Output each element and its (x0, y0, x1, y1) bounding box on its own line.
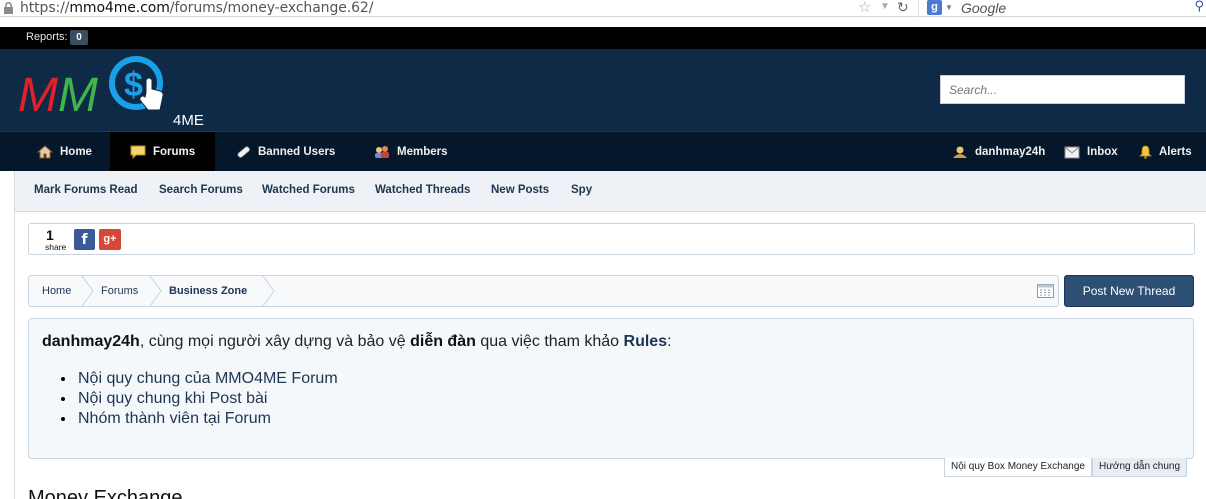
main-nav: Home Forums Banned Users Members danhmay… (0, 131, 1206, 171)
browser-search-box[interactable]: g ▼ Google ⚲ (918, 0, 1206, 17)
tab-banned-users-label: Banned Users (258, 145, 336, 158)
speech-bubble-icon (130, 145, 146, 159)
search-forums-link[interactable]: Search Forums (159, 184, 243, 196)
staff-bar: Reports: 0 (0, 27, 1206, 49)
mark-forums-read-link[interactable]: Mark Forums Read (34, 184, 138, 196)
username-label: danhmay24h (975, 145, 1046, 158)
url-path: /forums/money-exchange.62/ (169, 0, 374, 16)
site-header: M M $ 4ME (0, 49, 1206, 131)
sub-nav: Mark Forums Read Search Forums Watched F… (14, 171, 1206, 212)
tab-home[interactable]: Home (26, 132, 110, 171)
share-bar: 1 share f g+ (28, 223, 1195, 255)
tab-members-label: Members (397, 145, 448, 158)
alerts-link[interactable]: Alerts (1139, 132, 1192, 171)
url-prefix: https:// (20, 0, 70, 16)
breadcrumb-separator (149, 276, 162, 306)
bandage-icon (237, 145, 250, 158)
share-label: share (45, 242, 67, 252)
logo-letter-m2: M (58, 69, 98, 122)
bell-icon (1139, 145, 1152, 159)
rules-link[interactable]: Rules (624, 333, 668, 350)
google-plus-icon[interactable]: g+ (99, 229, 121, 250)
breadcrumb-separator (262, 276, 275, 306)
breadcrumb-business-zone[interactable]: Business Zone (169, 276, 247, 306)
logo-suffix: 4ME (173, 112, 204, 129)
notice-rules-list: Nội quy chung của MMO4ME Forum Nội quy c… (76, 369, 338, 429)
breadcrumb: Home Forums Business Zone (28, 275, 1059, 307)
forum-search-field[interactable] (940, 75, 1185, 104)
notice-text-2: qua việc tham khảo (475, 333, 624, 350)
dropdown-arrow-icon[interactable]: ▼ (880, 1, 890, 12)
reload-icon[interactable]: ↻ (897, 0, 909, 16)
bookmark-star-icon[interactable]: ☆ (858, 0, 871, 15)
browser-search-placeholder: Google (961, 0, 1007, 16)
notice-message: danhmay24h, cùng mọi người xây dựng và b… (42, 333, 672, 351)
spy-link[interactable]: Spy (571, 184, 592, 196)
house-icon (37, 144, 53, 158)
notice-text-3: : (667, 333, 672, 350)
notice-bold-word: diễn đàn (410, 333, 476, 350)
google-icon[interactable]: g (927, 0, 942, 15)
reports-count-badge[interactable]: 0 (70, 30, 88, 45)
new-posts-link[interactable]: New Posts (491, 184, 549, 196)
post-new-thread-button[interactable]: Post New Thread (1064, 275, 1194, 307)
notice-text-1: , cùng mọi người xây dựng và bảo vệ (139, 333, 411, 350)
url-domain: mmo4me.com (69, 0, 170, 16)
breadcrumb-home[interactable]: Home (42, 276, 71, 306)
notice-rule-link[interactable]: Nội quy chung của MMO4ME Forum (76, 369, 338, 389)
tab-forums[interactable]: Forums (110, 132, 215, 171)
tab-banned-users[interactable]: Banned Users (222, 132, 352, 171)
users-icon (375, 145, 389, 158)
tab-members[interactable]: Members (362, 132, 472, 171)
url-field[interactable]: https://mmo4me.com/forums/money-exchange… (20, 0, 373, 16)
tab-home-label: Home (60, 145, 92, 158)
forum-title: Money Exchange (28, 487, 183, 499)
lock-icon (4, 2, 13, 14)
tab-forums-label: Forums (153, 145, 196, 158)
breadcrumb-separator (81, 276, 94, 306)
notice-tabs: Nội quy Box Money Exchange Hướng dẫn chu… (944, 458, 1188, 477)
share-count: 1 (46, 227, 54, 243)
notice-rule-link[interactable]: Nội quy chung khi Post bài (76, 389, 338, 409)
notice-username[interactable]: danhmay24h (42, 333, 140, 350)
user-menu[interactable]: danhmay24h (952, 132, 1045, 171)
user-icon (953, 146, 967, 158)
search-glass-icon[interactable]: ⚲ (1194, 0, 1204, 14)
jump-menu-icon[interactable] (1037, 284, 1054, 298)
notice-rule-link[interactable]: Nhóm thành viên tại Forum (76, 409, 338, 429)
notice-tab-money-exchange[interactable]: Nội quy Box Money Exchange (944, 458, 1092, 477)
logo-letter-m1: M (18, 69, 58, 122)
inbox-link[interactable]: Inbox (1064, 132, 1118, 171)
alerts-label: Alerts (1159, 145, 1192, 158)
inbox-icon (1064, 146, 1080, 158)
site-logo[interactable]: M M $ 4ME (18, 53, 218, 129)
inbox-label: Inbox (1087, 145, 1118, 158)
forum-search-input[interactable] (941, 76, 1184, 103)
browser-address-bar: https://mmo4me.com/forums/money-exchange… (0, 0, 1206, 17)
notice-tab-general-guide[interactable]: Hướng dẫn chung (1091, 458, 1188, 477)
watched-threads-link[interactable]: Watched Threads (375, 184, 470, 196)
breadcrumb-forums[interactable]: Forums (101, 276, 138, 306)
watched-forums-link[interactable]: Watched Forums (262, 184, 355, 196)
rules-notice: danhmay24h, cùng mọi người xây dựng và b… (28, 318, 1194, 459)
engine-dropdown-icon[interactable]: ▼ (945, 3, 953, 12)
facebook-icon[interactable]: f (74, 229, 95, 250)
reports-label[interactable]: Reports: (26, 31, 68, 43)
